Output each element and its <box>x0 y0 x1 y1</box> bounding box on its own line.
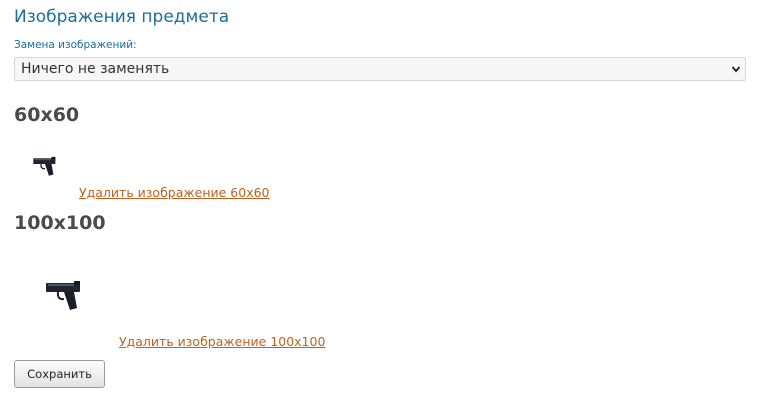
pistol-icon <box>46 281 80 310</box>
replace-images-label: Замена изображений: <box>14 39 137 51</box>
save-button[interactable]: Сохранить <box>14 360 105 388</box>
replace-images-selected-value: Ничего не заменять <box>21 61 170 77</box>
size-heading-100: 100x100 <box>14 212 106 234</box>
delete-image-100-link[interactable]: Удалить изображение 100x100 <box>119 334 325 349</box>
pistol-icon <box>33 156 56 176</box>
chevron-down-icon <box>731 66 741 73</box>
page-title: Изображения предмета <box>14 7 230 27</box>
replace-images-select[interactable]: Ничего не заменять <box>14 57 746 81</box>
size-heading-60: 60x60 <box>14 104 80 126</box>
delete-image-60-link[interactable]: Удалить изображение 60x60 <box>79 185 270 200</box>
